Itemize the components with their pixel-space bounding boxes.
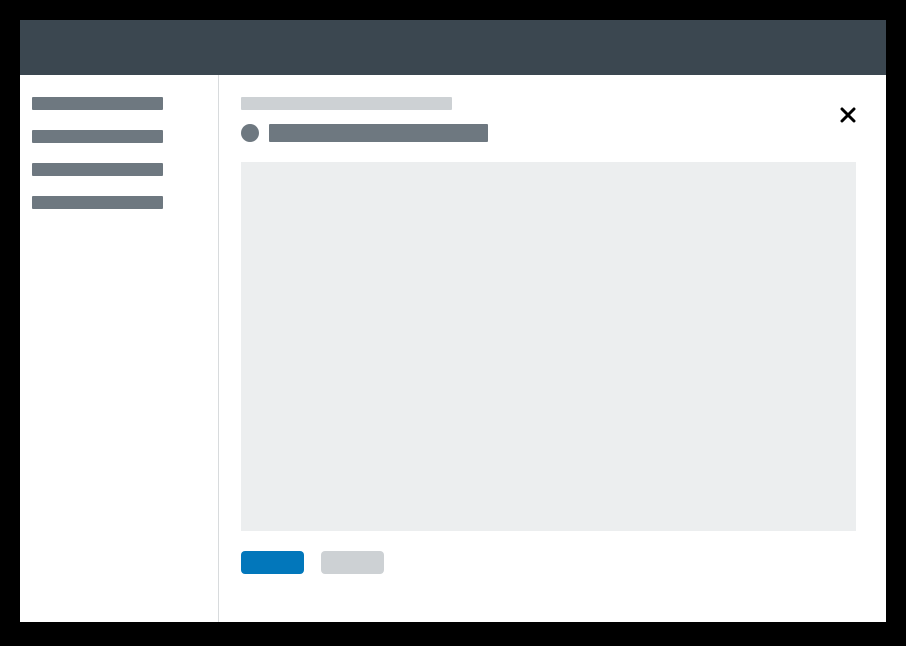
main-panel <box>219 75 886 622</box>
app-header <box>20 20 886 75</box>
sidebar <box>20 75 219 622</box>
app-window <box>20 20 886 622</box>
close-icon <box>840 107 856 123</box>
page-title <box>269 124 488 142</box>
sidebar-item-2[interactable] <box>32 130 163 143</box>
button-row <box>241 551 874 574</box>
app-body <box>20 75 886 622</box>
primary-button[interactable] <box>241 551 304 574</box>
secondary-button[interactable] <box>321 551 384 574</box>
title-row <box>241 124 874 142</box>
sidebar-item-4[interactable] <box>32 196 163 209</box>
content-area[interactable] <box>241 162 856 531</box>
breadcrumb <box>241 97 452 110</box>
sidebar-item-1[interactable] <box>32 97 163 110</box>
close-button[interactable] <box>838 105 858 125</box>
sidebar-item-3[interactable] <box>32 163 163 176</box>
status-dot-icon <box>241 124 259 142</box>
